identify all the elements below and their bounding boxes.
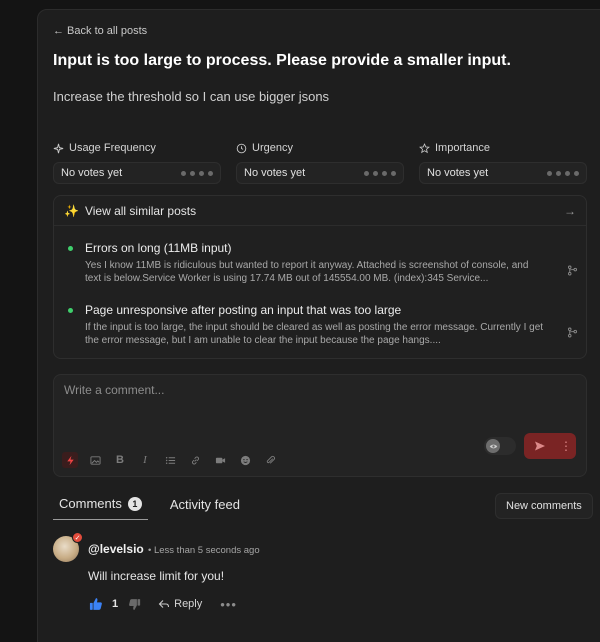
comment-timestamp: • Less than 5 seconds ago bbox=[148, 545, 260, 556]
tab-comments-label: Comments bbox=[59, 496, 122, 511]
comment-more-icon[interactable]: ••• bbox=[220, 597, 237, 612]
thumbs-down-icon[interactable] bbox=[126, 596, 142, 612]
vote-importance: Importance No votes yet bbox=[419, 140, 587, 184]
sparkle-icon bbox=[53, 143, 64, 153]
vote-selector-usage[interactable]: No votes yet bbox=[53, 162, 221, 184]
merge-icon[interactable] bbox=[567, 325, 578, 343]
link-icon[interactable] bbox=[187, 452, 203, 468]
list-icon[interactable] bbox=[162, 452, 178, 468]
similar-posts-header: View all similar posts bbox=[84, 203, 197, 218]
back-to-posts-link[interactable]: ← Back to all posts bbox=[53, 25, 147, 37]
comment-tabs: Comments 1 Activity feed bbox=[53, 494, 246, 520]
clock-icon bbox=[236, 143, 247, 153]
status-dot bbox=[68, 246, 73, 251]
vote-label-text: Usage Frequency bbox=[69, 142, 156, 154]
reply-label: Reply bbox=[174, 598, 203, 610]
like-count: 1 bbox=[112, 598, 119, 610]
emoji-icon[interactable] bbox=[237, 452, 253, 468]
new-comments-button[interactable]: New comments bbox=[495, 493, 593, 519]
vote-dots bbox=[547, 170, 579, 176]
vote-label-importance: Importance bbox=[419, 140, 587, 156]
vote-dots bbox=[181, 170, 213, 176]
view-similar-posts-button[interactable]: ✨ View all similar posts → bbox=[54, 196, 586, 226]
vote-selector-importance[interactable]: No votes yet bbox=[419, 162, 587, 184]
post-description: Increase the threshold so I can use bigg… bbox=[53, 89, 330, 104]
comment-toolbar: B I bbox=[62, 452, 278, 468]
similar-post-item[interactable]: Errors on long (11MB input) Yes I know 1… bbox=[68, 241, 578, 285]
status-dot bbox=[68, 308, 73, 313]
sparkles-icon: ✨ bbox=[64, 203, 79, 218]
vote-value: No votes yet bbox=[427, 167, 489, 179]
vote-selector-urgency[interactable]: No votes yet bbox=[236, 162, 404, 184]
attachment-icon[interactable] bbox=[262, 452, 278, 468]
bold-icon[interactable]: B bbox=[112, 452, 128, 468]
post-title: Input is too large to process. Please pr… bbox=[53, 52, 511, 69]
tab-activity-label: Activity feed bbox=[169, 496, 240, 512]
tab-activity-feed[interactable]: Activity feed bbox=[164, 494, 246, 520]
reply-button[interactable]: Reply bbox=[158, 598, 202, 610]
more-options-icon[interactable]: ⋮ bbox=[556, 439, 576, 453]
comment-input[interactable] bbox=[64, 383, 484, 397]
similar-posts-panel: ✨ View all similar posts → Errors on lon… bbox=[53, 195, 587, 359]
submit-comment-button[interactable]: ⋮ bbox=[524, 433, 576, 459]
similar-post-item[interactable]: Page unresponsive after posting an input… bbox=[68, 303, 578, 347]
send-icon bbox=[524, 440, 556, 452]
vote-label-usage: Usage Frequency bbox=[53, 140, 221, 156]
timestamp-text: Less than 5 seconds ago bbox=[153, 545, 260, 556]
vote-value: No votes yet bbox=[244, 167, 306, 179]
post-panel: ← Back to all posts Input is too large t… bbox=[37, 9, 600, 642]
comment-actions: 1 Reply ••• bbox=[88, 596, 237, 612]
bolt-icon[interactable] bbox=[62, 452, 78, 468]
comment-count-badge: 1 bbox=[127, 496, 142, 511]
merge-icon[interactable] bbox=[567, 263, 578, 281]
star-icon bbox=[419, 142, 430, 153]
comment-author[interactable]: @levelsio bbox=[88, 542, 144, 556]
comment-text: Will increase limit for you! bbox=[88, 569, 225, 583]
italic-icon[interactable]: I bbox=[137, 452, 153, 468]
image-icon[interactable] bbox=[87, 452, 103, 468]
admin-badge-icon: ✓ bbox=[72, 532, 83, 543]
vote-label-urgency: Urgency bbox=[236, 140, 404, 156]
vote-label-text: Importance bbox=[435, 142, 491, 154]
similar-post-excerpt: Yes I know 11MB is ridiculous but wanted… bbox=[85, 260, 529, 284]
thumbs-up-icon[interactable] bbox=[88, 596, 104, 612]
similar-post-title: Errors on long (11MB input) bbox=[85, 241, 232, 255]
similar-post-excerpt: If the input is too large, the input sho… bbox=[85, 322, 544, 346]
vote-urgency: Urgency No votes yet bbox=[236, 140, 404, 184]
video-icon[interactable] bbox=[212, 452, 228, 468]
reply-icon bbox=[158, 600, 170, 608]
vote-usage-frequency: Usage Frequency No votes yet bbox=[53, 140, 221, 184]
tab-comments[interactable]: Comments 1 bbox=[53, 494, 148, 520]
vote-label-text: Urgency bbox=[252, 142, 293, 154]
comment-composer: B I ⋮ bbox=[53, 374, 587, 477]
visibility-toggle[interactable] bbox=[484, 437, 516, 455]
arrow-right-icon: → bbox=[564, 203, 576, 218]
avatar[interactable]: ✓ bbox=[53, 532, 83, 562]
vote-value: No votes yet bbox=[61, 167, 123, 179]
vote-dots bbox=[364, 170, 396, 176]
eye-icon bbox=[486, 439, 500, 453]
similar-post-title: Page unresponsive after posting an input… bbox=[85, 303, 402, 317]
